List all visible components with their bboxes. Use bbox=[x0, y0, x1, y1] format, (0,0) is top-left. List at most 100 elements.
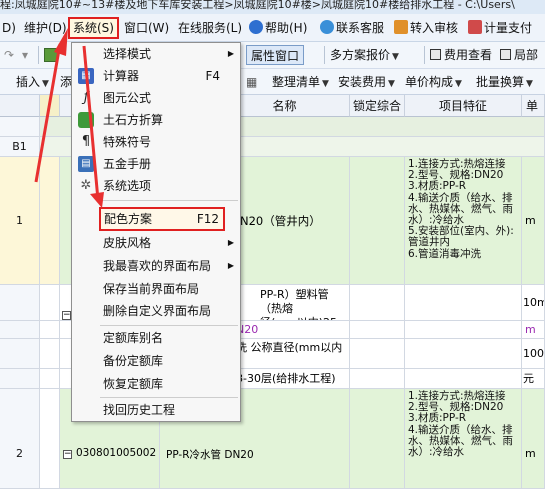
header-unit[interactable]: 单位 bbox=[522, 95, 545, 135]
menu-item-delete-layout[interactable]: 删除自定义界面布局 bbox=[72, 300, 240, 322]
menu-item-hardware-manual[interactable]: ▤ 五金手册 bbox=[72, 153, 240, 175]
attribute-window-button[interactable]: 属性窗口 bbox=[246, 45, 305, 65]
locked-cell[interactable] bbox=[350, 321, 405, 339]
row-indicator bbox=[40, 321, 60, 339]
header-locked[interactable]: 锁定综合 bbox=[350, 95, 405, 117]
formula-icon: ƒ bbox=[83, 90, 89, 105]
row-number[interactable]: 1 bbox=[0, 157, 40, 285]
batch-convert-button[interactable]: 批量换算 ▼ bbox=[476, 72, 533, 92]
menu-item-backup-quota[interactable]: 备份定额库 bbox=[72, 350, 240, 372]
menu-item-favorite-layout[interactable]: 我最喜欢的界面布局 ▶ bbox=[72, 255, 240, 277]
unit-cell[interactable]: m bbox=[522, 321, 545, 339]
menu-transfer-label: 转入审核 bbox=[410, 21, 459, 35]
header-feature[interactable]: 项目特征 bbox=[405, 95, 522, 117]
menu-maintain[interactable]: 维护(D) bbox=[22, 17, 69, 39]
menu-help[interactable]: 帮助(H) bbox=[247, 17, 309, 39]
unit-cell[interactable]: 10m bbox=[522, 285, 545, 321]
submenu-arrow-icon: ▶ bbox=[227, 49, 234, 58]
code-value: 030801005002 bbox=[76, 447, 157, 459]
insert-label: 插入 bbox=[16, 75, 41, 89]
menu-item-calculator[interactable]: ▦ 计算器 F4 bbox=[72, 65, 240, 87]
menu-payment[interactable]: 计量支付 bbox=[466, 17, 534, 39]
locked-cell[interactable] bbox=[350, 285, 405, 321]
menu-item-restore-quota[interactable]: 恢复定额库 bbox=[72, 373, 240, 395]
feature-cell[interactable]: 1.连接方式:热熔连接 2.型号、规格:DN20 3.材质:PP-R 4.输送介… bbox=[405, 389, 522, 489]
feature-cell[interactable] bbox=[405, 285, 522, 321]
unit-cell[interactable]: 元 bbox=[522, 369, 545, 389]
unit-cell[interactable]: m bbox=[522, 157, 545, 285]
toolbar-separator bbox=[324, 46, 325, 64]
menu-d[interactable]: D) bbox=[0, 17, 18, 39]
menu-item-save-layout[interactable]: 保存当前界面布局 bbox=[72, 278, 240, 300]
menu-item-select-mode[interactable]: 选择模式 ▶ bbox=[72, 43, 240, 65]
menu-item-label: 备份定额库 bbox=[103, 354, 164, 368]
locked-cell[interactable] bbox=[350, 389, 405, 489]
menu-item-earthwork[interactable]: 土石方折算 bbox=[72, 109, 240, 131]
unit-cell[interactable]: m bbox=[522, 389, 545, 489]
cube-icon bbox=[78, 112, 94, 128]
install-fee-button[interactable]: 安装费用 ▼ bbox=[338, 72, 395, 92]
menu-item-label: 保存当前界面布局 bbox=[103, 282, 200, 296]
menu-window[interactable]: 窗口(W) bbox=[122, 17, 171, 39]
locked-cell[interactable] bbox=[350, 339, 405, 369]
menu-item-skin-style[interactable]: 皮肤风格 ▶ bbox=[72, 232, 240, 254]
system-menu: 选择模式 ▶ ▦ 计算器 F4 ƒ 图元公式 土石方折算 ¶ 特殊符号 ▤ 五金手册 ✲ 系统… bbox=[71, 42, 241, 422]
fee-view-label: 费用查看 bbox=[444, 48, 493, 62]
header-rownum bbox=[0, 95, 40, 117]
row-number[interactable] bbox=[0, 117, 40, 137]
row-number[interactable] bbox=[0, 369, 40, 389]
book-icon: ▤ bbox=[78, 156, 94, 172]
fee-view-checkbox[interactable] bbox=[430, 49, 441, 60]
local-checkbox[interactable] bbox=[500, 49, 511, 60]
local-button[interactable]: 局部 bbox=[500, 45, 538, 65]
row-number[interactable] bbox=[0, 339, 40, 369]
submenu-arrow-icon: ▶ bbox=[227, 261, 234, 270]
unit-price-button[interactable]: 单价构成 ▼ bbox=[405, 72, 462, 92]
header-locked-label: 锁定综合 bbox=[352, 99, 401, 113]
menu-item-special-symbol[interactable]: ¶ 特殊符号 bbox=[72, 131, 240, 153]
menu-system[interactable]: 系统(S) bbox=[68, 17, 119, 39]
submenu-arrow-icon: ▶ bbox=[227, 238, 234, 247]
menu-bar: D) 维护(D) 系统(S) 窗口(W) 在线服务(L) 帮助(H) 联系客服 … bbox=[0, 14, 545, 42]
redo-icon[interactable]: ↷ bbox=[4, 45, 14, 65]
menu-transfer-audit[interactable]: 转入审核 bbox=[392, 17, 460, 39]
locked-cell[interactable] bbox=[350, 157, 405, 285]
tidy-list-button[interactable]: 整理清单 ▼ bbox=[272, 72, 329, 92]
row-number[interactable] bbox=[0, 285, 40, 321]
menu-online-service[interactable]: 在线服务(L) bbox=[176, 17, 244, 39]
unit-cell[interactable]: 100m bbox=[522, 339, 545, 369]
menu-item-label: 五金手册 bbox=[103, 157, 152, 171]
header-name-label: 名称 bbox=[272, 99, 297, 113]
locked-cell[interactable] bbox=[350, 369, 405, 389]
menu-item-system-options[interactable]: ✲ 系统选项 bbox=[72, 175, 240, 197]
feature-cell[interactable]: 1.连接方式:热熔连接 2.型号、规格:DN20 3.材质:PP-R 4.输送介… bbox=[405, 157, 522, 285]
pilcrow-icon: ¶ bbox=[81, 134, 91, 149]
menu-item-label: 定额库别名 bbox=[103, 331, 164, 345]
menu-item-quota-alias[interactable]: 定额库别名 bbox=[72, 327, 240, 349]
feature-cell[interactable] bbox=[405, 339, 522, 369]
menu-item-shortcut: F12 bbox=[196, 212, 219, 226]
menu-item-formula[interactable]: ƒ 图元公式 bbox=[72, 87, 240, 109]
row-number[interactable]: B1 bbox=[0, 137, 40, 157]
fee-view-button[interactable]: 费用查看 bbox=[430, 45, 492, 65]
dropdown-icon[interactable]: ▾ bbox=[22, 45, 28, 65]
feature-cell[interactable] bbox=[405, 321, 522, 339]
menu-item-color-scheme[interactable]: 配色方案 F12 bbox=[99, 207, 225, 231]
menu-item-label: 系统选项 bbox=[103, 179, 152, 193]
layout-icon[interactable]: ▦ bbox=[246, 72, 257, 92]
menu-item-label: 配色方案 bbox=[104, 212, 153, 226]
multi-quote-button[interactable]: 多方案报价 ▼ bbox=[330, 45, 399, 65]
insert-button[interactable]: 插入 ▼ bbox=[16, 72, 49, 92]
menu-contact-service[interactable]: 联系客服 bbox=[318, 17, 386, 39]
collapse-icon[interactable]: − bbox=[63, 450, 72, 459]
install-fee-label: 安装费用 bbox=[338, 75, 387, 89]
row-number[interactable]: 2 bbox=[0, 389, 40, 489]
row-number[interactable] bbox=[0, 321, 40, 339]
window-title: 程:凤城庭院10#~13#楼及地下车库安装工程>凤城庭院10#楼>凤城庭院10#… bbox=[0, 0, 515, 11]
attribute-window-label: 属性窗口 bbox=[251, 49, 300, 63]
chevron-down-icon: ▼ bbox=[42, 79, 49, 89]
menu-item-label: 土石方折算 bbox=[103, 113, 164, 127]
grid-icon[interactable] bbox=[44, 48, 58, 62]
menu-item-recover-history[interactable]: 找回历史工程 bbox=[72, 399, 240, 421]
feature-cell[interactable] bbox=[405, 369, 522, 389]
